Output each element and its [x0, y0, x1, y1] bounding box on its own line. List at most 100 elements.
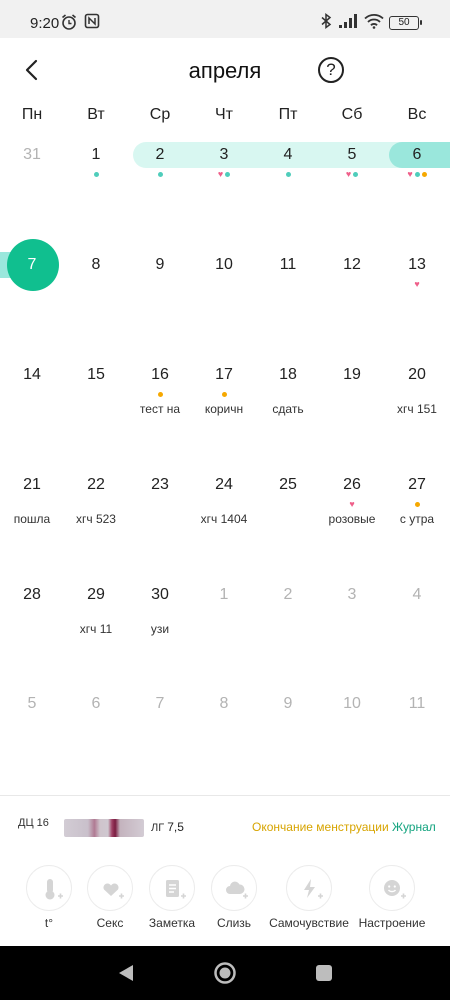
day-note: тест на [139, 402, 181, 416]
calendar-day[interactable]: 16 [128, 366, 192, 384]
calendar-day[interactable]: 18 [256, 366, 320, 384]
calendar-day[interactable]: 8 [64, 256, 128, 274]
day-note: хгч 151 [397, 402, 437, 416]
day-markers [256, 170, 320, 178]
weekday-label: Вс [407, 106, 427, 123]
calendar-day[interactable]: 6 [64, 695, 128, 713]
calendar-day[interactable]: 12 [320, 256, 384, 274]
calendar-day[interactable]: 9 [128, 256, 192, 274]
system-navigation-bar [0, 946, 450, 1000]
calendar-day[interactable]: 3 [192, 146, 256, 164]
weekday-label: Чт [215, 106, 233, 123]
weekday-label: Пн [21, 106, 43, 123]
journal-link[interactable]: Журнал [392, 820, 436, 834]
action-circle[interactable] [26, 865, 72, 911]
calendar-day[interactable]: 30 [128, 586, 192, 604]
help-button[interactable]: ? [318, 57, 344, 83]
action-circle[interactable] [87, 865, 133, 911]
calendar-day[interactable]: 11 [385, 695, 449, 713]
calendar-day[interactable]: 20 [385, 366, 449, 384]
cloud-icon [226, 881, 248, 899]
calendar-day[interactable]: 3 [320, 586, 384, 604]
calendar-day[interactable]: 6 [385, 146, 449, 164]
calendar-day[interactable]: 5 [320, 146, 384, 164]
calendar-day[interactable]: 19 [320, 366, 384, 384]
calendar-day[interactable]: 7 [128, 695, 192, 713]
day-note: узи [150, 622, 170, 636]
action-label: Самочувствие [269, 916, 349, 930]
nav-recents-icon[interactable] [315, 964, 333, 982]
day-markers: ♥ [192, 169, 256, 179]
calendar-day[interactable]: 22 [64, 476, 128, 494]
month-title: апреля [188, 58, 262, 83]
battery-indicator: 50 [389, 16, 422, 30]
action-cloud-button[interactable]: Слизь [199, 865, 269, 935]
day-markers [192, 390, 256, 398]
heart-marker-icon: ♥ [349, 499, 355, 509]
calendar-day[interactable]: 5 [0, 695, 64, 713]
teal-dot-marker [414, 171, 420, 177]
action-circle[interactable] [211, 865, 257, 911]
day-markers: ♥ [385, 279, 449, 289]
status-time: 9:20 [30, 15, 60, 32]
calendar-day[interactable]: 1 [192, 586, 256, 604]
weekday-label: Пт [278, 106, 298, 123]
calendar-day[interactable]: 21 [0, 476, 64, 494]
signal-icon [339, 14, 357, 28]
calendar-day[interactable]: 11 [256, 256, 320, 274]
heart-marker-icon: ♥ [414, 279, 420, 289]
action-circle[interactable] [286, 865, 332, 911]
orange-dot-marker [157, 391, 163, 397]
calendar-day[interactable]: 28 [0, 586, 64, 604]
calendar-day[interactable]: 4 [256, 146, 320, 164]
nav-home-icon[interactable] [213, 961, 237, 985]
calendar-day[interactable]: 23 [128, 476, 192, 494]
calendar-day[interactable]: 17 [192, 366, 256, 384]
calendar-day[interactable]: 9 [256, 695, 320, 713]
heart-marker-icon: ♥ [217, 169, 224, 179]
divider [0, 795, 450, 796]
day-note: пошла [13, 512, 51, 526]
action-lightning-button[interactable]: Самочувствие [269, 865, 349, 935]
day-markers [128, 390, 192, 398]
calendar-day[interactable]: 13 [385, 256, 449, 274]
smiley-icon [384, 880, 406, 899]
orange-dot-marker [421, 171, 427, 177]
day-note: розовые [328, 512, 376, 526]
calendar-day[interactable]: 10 [320, 695, 384, 713]
calendar-day[interactable]: 14 [0, 366, 64, 384]
end-period-link[interactable]: Окончание менструации [252, 820, 389, 834]
calendar-day[interactable]: 2 [128, 146, 192, 164]
day-note: с утра [399, 512, 435, 526]
calendar-day[interactable]: 24 [192, 476, 256, 494]
calendar-day[interactable]: 27 [385, 476, 449, 494]
action-smiley-button[interactable]: Настроение [357, 865, 427, 935]
calendar-day[interactable]: 8 [192, 695, 256, 713]
heart-marker-icon: ♥ [345, 169, 352, 179]
calendar-day[interactable]: 15 [64, 366, 128, 384]
status-bar: 9:20 50 [0, 0, 450, 38]
day-note: хгч 11 [79, 622, 113, 636]
calendar-day[interactable]: 25 [256, 476, 320, 494]
calendar-day[interactable]: 4 [385, 586, 449, 604]
calendar-day-today[interactable]: 7 [0, 256, 64, 274]
calendar-header: апреля ? [0, 38, 450, 102]
action-label: Настроение [358, 916, 426, 930]
calendar-day[interactable]: 2 [256, 586, 320, 604]
weekday-label: Ср [149, 106, 171, 123]
calendar-day[interactable]: 1 [64, 146, 128, 164]
calendar-day[interactable]: 29 [64, 586, 128, 604]
day-markers: ♥ [320, 499, 384, 509]
calendar-day[interactable]: 31 [0, 146, 64, 164]
lh-test-strip-image[interactable] [64, 819, 144, 837]
nfc-icon [84, 13, 100, 29]
action-circle[interactable] [369, 865, 415, 911]
nav-back-icon[interactable] [116, 963, 136, 983]
day-note: коричн [204, 402, 244, 416]
calendar-day[interactable]: 26 [320, 476, 384, 494]
weekday-label: Вт [87, 106, 105, 123]
calendar-day[interactable]: 10 [192, 256, 256, 274]
bluetooth-icon [321, 13, 332, 29]
action-circle[interactable] [149, 865, 195, 911]
lh-result: ЛГ 7,5 [151, 820, 184, 834]
